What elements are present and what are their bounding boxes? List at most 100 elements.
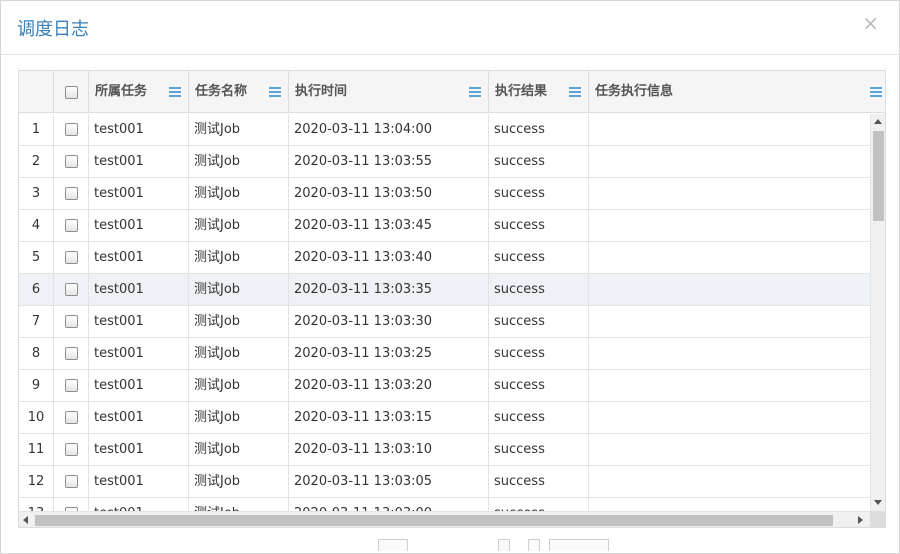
row-checkbox-cell <box>54 242 89 273</box>
cell-time: 2020-03-11 13:04:00 <box>289 114 489 145</box>
scroll-up-arrow-icon[interactable] <box>874 119 882 124</box>
table-row[interactable]: 1 test001 测试Job 2020-03-11 13:04:00 success <box>19 114 870 146</box>
cell-task: test001 <box>89 498 189 511</box>
header-time[interactable]: 执行时间 <box>289 71 489 113</box>
cell-name: 测试Job <box>189 210 289 241</box>
table-row[interactable]: 11 test001 测试Job 2020-03-11 13:03:10 success <box>19 434 870 466</box>
scroll-left-arrow-icon[interactable] <box>23 516 28 524</box>
row-checkbox[interactable] <box>65 475 78 488</box>
header-task-label: 所属任务 <box>95 84 148 99</box>
cell-time: 2020-03-11 13:03:10 <box>289 434 489 465</box>
cell-result: success <box>489 274 589 305</box>
cell-name: 测试Job <box>189 466 289 497</box>
table-row[interactable]: 13 test001测试Job2020-03-11 13:03:00success <box>19 498 870 511</box>
pager-partial <box>549 539 609 551</box>
header-time-label: 执行时间 <box>295 84 348 99</box>
cell-task: test001 <box>89 210 189 241</box>
cell-task: test001 <box>89 178 189 209</box>
table-row[interactable]: 4 test001 测试Job 2020-03-11 13:03:45 success <box>19 210 870 242</box>
cell-result: success <box>489 498 589 511</box>
header-result[interactable]: 执行结果 <box>489 71 589 113</box>
table-row[interactable]: 3 test001 测试Job 2020-03-11 13:03:50 success <box>19 178 870 210</box>
cell-info <box>589 338 870 369</box>
table-row[interactable]: 5 test001 测试Job 2020-03-11 13:03:40 success <box>19 242 870 274</box>
cell-name: 测试Job <box>189 338 289 369</box>
row-number: 1 <box>19 114 54 145</box>
scroll-down-arrow-icon[interactable] <box>874 500 882 505</box>
vertical-scrollbar[interactable] <box>870 114 885 511</box>
row-checkbox-cell <box>54 178 89 209</box>
cell-name: 测试Job <box>189 114 289 145</box>
scroll-right-arrow-icon[interactable] <box>858 516 863 524</box>
vertical-scroll-thumb[interactable] <box>873 131 884 221</box>
row-checkbox[interactable] <box>65 443 78 456</box>
header-info[interactable]: 任务执行信息 <box>589 71 885 113</box>
row-number: 5 <box>19 242 54 273</box>
header-name-label: 任务名称 <box>195 84 248 99</box>
row-checkbox[interactable] <box>65 283 78 296</box>
row-checkbox-cell <box>54 114 89 145</box>
table-row[interactable]: 6 test001 测试Job 2020-03-11 13:03:35 success <box>19 274 870 306</box>
row-checkbox-cell <box>54 370 89 401</box>
column-menu-icon[interactable] <box>169 87 181 97</box>
cell-info <box>589 402 870 433</box>
cell-info <box>589 242 870 273</box>
cell-info <box>589 114 870 145</box>
cell-time: 2020-03-11 13:03:20 <box>289 370 489 401</box>
row-checkbox[interactable] <box>65 123 78 136</box>
cell-info <box>589 210 870 241</box>
row-number: 8 <box>19 338 54 369</box>
header-name[interactable]: 任务名称 <box>189 71 289 113</box>
cell-result: success <box>489 434 589 465</box>
cell-task: test001 <box>89 306 189 337</box>
cell-name: 测试Job <box>189 178 289 209</box>
header-result-label: 执行结果 <box>495 84 548 99</box>
row-number: 3 <box>19 178 54 209</box>
cell-result: success <box>489 370 589 401</box>
cell-time: 2020-03-11 13:03:35 <box>289 274 489 305</box>
table-row[interactable]: 7 test001 测试Job 2020-03-11 13:03:30 success <box>19 306 870 338</box>
cell-time: 2020-03-11 13:03:50 <box>289 178 489 209</box>
column-menu-icon[interactable] <box>469 87 481 97</box>
row-checkbox-cell <box>54 402 89 433</box>
header-task[interactable]: 所属任务 <box>89 71 189 113</box>
row-checkbox[interactable] <box>65 379 78 392</box>
cell-time: 2020-03-11 13:03:30 <box>289 306 489 337</box>
table-row[interactable]: 9 test001 测试Job 2020-03-11 13:03:20 success <box>19 370 870 402</box>
column-menu-icon[interactable] <box>870 87 882 97</box>
horizontal-scroll-thumb[interactable] <box>35 515 833 526</box>
cell-result: success <box>489 402 589 433</box>
cell-info <box>589 178 870 209</box>
row-checkbox[interactable] <box>65 219 78 232</box>
pager-partial <box>528 539 540 551</box>
row-checkbox[interactable] <box>65 347 78 360</box>
cell-info <box>589 466 870 497</box>
table-row[interactable]: 12 test001 测试Job 2020-03-11 13:03:05 success <box>19 466 870 498</box>
table-row[interactable]: 2 test001 测试Job 2020-03-11 13:03:55 success <box>19 146 870 178</box>
table-row[interactable]: 10 test001 测试Job 2020-03-11 13:03:15 success <box>19 402 870 434</box>
column-menu-icon[interactable] <box>269 87 281 97</box>
row-checkbox-cell <box>54 146 89 177</box>
cell-name: 测试Job <box>189 146 289 177</box>
cell-result: success <box>489 178 589 209</box>
cell-task: test001 <box>89 114 189 145</box>
row-number: 13 <box>19 498 54 511</box>
row-number: 2 <box>19 146 54 177</box>
cell-time: 2020-03-11 13:03:40 <box>289 242 489 273</box>
close-icon[interactable]: × <box>862 13 879 33</box>
select-all-checkbox[interactable] <box>65 86 78 99</box>
row-checkbox[interactable] <box>65 411 78 424</box>
cell-time: 2020-03-11 13:03:05 <box>289 466 489 497</box>
cell-info <box>589 306 870 337</box>
row-checkbox[interactable] <box>65 187 78 200</box>
column-menu-icon[interactable] <box>569 87 581 97</box>
cell-time: 2020-03-11 13:03:55 <box>289 146 489 177</box>
row-checkbox-cell <box>54 274 89 305</box>
row-checkbox[interactable] <box>65 251 78 264</box>
row-checkbox[interactable] <box>65 315 78 328</box>
horizontal-scrollbar[interactable] <box>19 511 870 527</box>
cell-info <box>589 146 870 177</box>
row-checkbox[interactable] <box>65 155 78 168</box>
cell-name: 测试Job <box>189 402 289 433</box>
table-row[interactable]: 8 test001 测试Job 2020-03-11 13:03:25 success <box>19 338 870 370</box>
